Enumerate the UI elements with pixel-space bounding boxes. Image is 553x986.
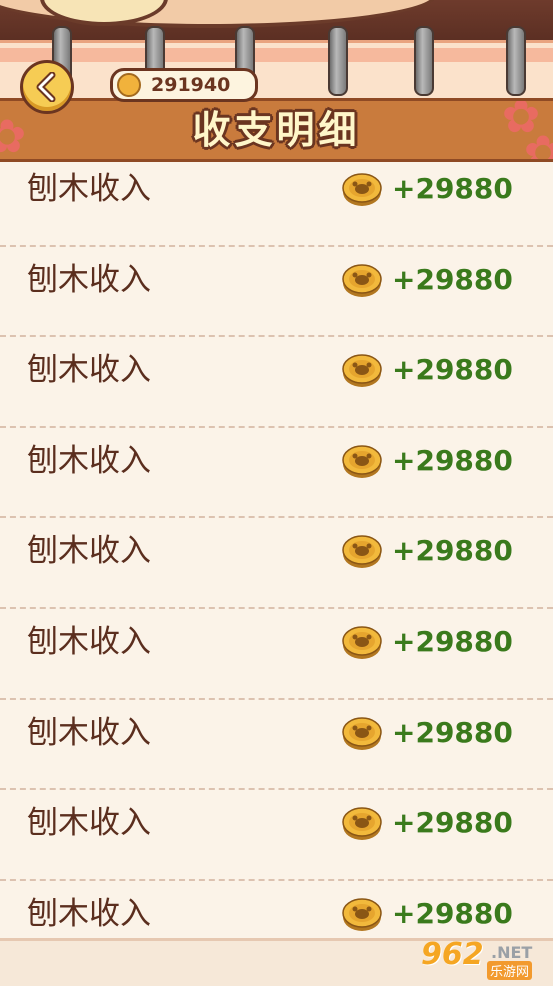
list-item: 刨木收入 +29880: [0, 700, 553, 791]
watermark-logo: 962 .NET 乐游网: [413, 937, 547, 980]
record-label: 刨木收入: [27, 171, 151, 207]
record-amount: +29880: [392, 715, 513, 749]
coin-icon: [117, 73, 141, 97]
record-amount: +29880: [392, 172, 513, 205]
top-decoration: [0, 0, 553, 44]
transaction-list[interactable]: 刨木收入 +29880 刨木收入 +29880 刨木收入 +29880 刨木收入…: [0, 156, 553, 971]
record-amount: +29880: [392, 534, 513, 568]
binder-ring-icon: [506, 26, 526, 96]
record-amount: +29880: [392, 262, 513, 296]
binder-ring-icon: [414, 26, 434, 96]
list-item: 刨木收入 +29880: [0, 790, 553, 881]
coin-icon: [342, 716, 382, 750]
list-item: 刨木收入 +29880: [0, 337, 553, 428]
record-amount: +29880: [392, 443, 513, 477]
chevron-left-icon: [36, 72, 56, 102]
coin-icon: [342, 535, 382, 569]
balance-value: 291940: [151, 74, 231, 96]
watermark-text: 乐游网: [487, 961, 533, 980]
list-item: 刨木收入 +29880: [0, 609, 553, 700]
record-label: 刨木收入: [27, 442, 151, 479]
list-item: 刨木收入 +29880: [0, 428, 553, 519]
coin-balance: 291940: [110, 68, 258, 102]
coin-icon: [342, 263, 382, 297]
cover-stripe: [0, 48, 553, 62]
coin-icon: [342, 173, 382, 206]
record-label: 刨木收入: [27, 714, 151, 751]
record-label: 刨木收入: [27, 261, 151, 298]
list-item: 刨木收入 +29880: [0, 247, 553, 338]
binder-ring-icon: [328, 26, 348, 96]
watermark-net: .NET: [491, 943, 533, 962]
coin-icon: [342, 626, 382, 659]
notebook-cover: [0, 40, 553, 101]
back-button[interactable]: [20, 60, 74, 114]
coin-icon: [342, 898, 382, 931]
record-amount: +29880: [392, 353, 513, 387]
watermark-number: 962: [421, 937, 484, 972]
record-label: 刨木收入: [27, 805, 151, 842]
list-item: 刨木收入 +29880: [0, 518, 553, 609]
title-bar: ✿ ✿ ✿ 收支明细: [0, 98, 553, 162]
record-label: 刨木收入: [27, 533, 151, 570]
record-label: 刨木收入: [27, 352, 151, 389]
coin-icon: [342, 354, 382, 388]
page-title: 收支明细: [192, 108, 361, 152]
list-item: 刨木收入 +29880: [0, 156, 553, 247]
record-amount: +29880: [392, 806, 513, 840]
coin-icon: [342, 807, 382, 841]
record-amount: +29880: [392, 624, 513, 658]
coin-icon: [342, 445, 382, 478]
record-label: 刨木收入: [27, 623, 151, 660]
